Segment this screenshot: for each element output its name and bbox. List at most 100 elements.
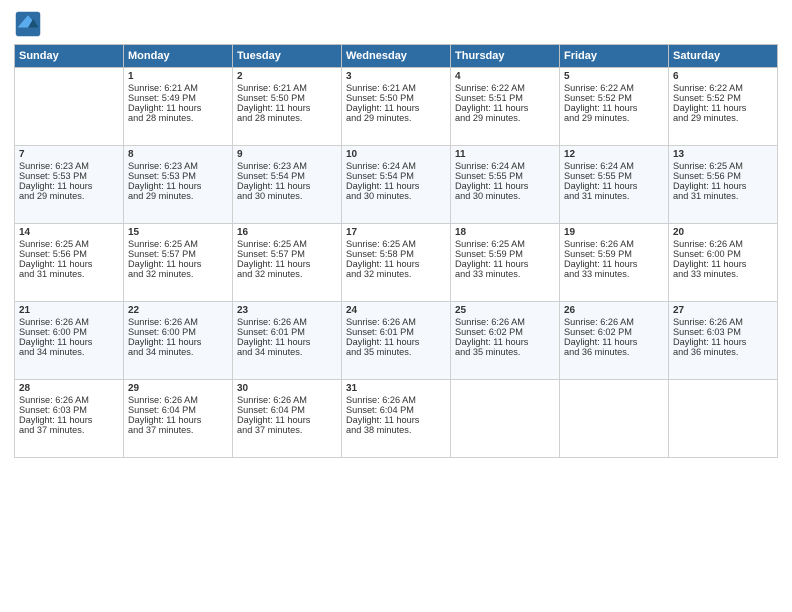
day-header-wednesday: Wednesday [342,45,451,68]
cell-info-line: Daylight: 11 hours [19,337,119,347]
cell-info-line: Sunset: 5:54 PM [237,171,337,181]
cell-info-line: Daylight: 11 hours [455,103,555,113]
cell-info-line: Sunrise: 6:25 AM [237,239,337,249]
cell-info-line: Sunset: 6:03 PM [673,327,773,337]
cell-info-line: Sunrise: 6:26 AM [128,317,228,327]
cell-info-line: and 30 minutes. [455,191,555,201]
cell-info-line: Sunset: 5:50 PM [237,93,337,103]
week-row-4: 28Sunrise: 6:26 AMSunset: 6:03 PMDayligh… [15,380,778,458]
cell-info-line: Sunrise: 6:21 AM [237,83,337,93]
cell-info-line: Sunset: 5:59 PM [455,249,555,259]
cell-info-line: Daylight: 11 hours [346,259,446,269]
calendar-cell: 9Sunrise: 6:23 AMSunset: 5:54 PMDaylight… [233,146,342,224]
cell-info-line: Sunrise: 6:25 AM [346,239,446,249]
calendar-header: SundayMondayTuesdayWednesdayThursdayFrid… [15,45,778,68]
calendar-cell: 25Sunrise: 6:26 AMSunset: 6:02 PMDayligh… [451,302,560,380]
cell-info-line: Daylight: 11 hours [564,259,664,269]
calendar-cell: 27Sunrise: 6:26 AMSunset: 6:03 PMDayligh… [669,302,778,380]
cell-info-line: Sunset: 5:57 PM [237,249,337,259]
calendar-cell: 12Sunrise: 6:24 AMSunset: 5:55 PMDayligh… [560,146,669,224]
cell-info-line: Daylight: 11 hours [564,337,664,347]
day-number: 10 [346,149,446,160]
calendar-cell: 15Sunrise: 6:25 AMSunset: 5:57 PMDayligh… [124,224,233,302]
cell-info-line: Sunset: 5:50 PM [346,93,446,103]
day-number: 8 [128,149,228,160]
cell-info-line: Daylight: 11 hours [19,259,119,269]
cell-info-line: Daylight: 11 hours [455,181,555,191]
cell-info-line: Sunrise: 6:26 AM [128,395,228,405]
calendar-cell: 5Sunrise: 6:22 AMSunset: 5:52 PMDaylight… [560,68,669,146]
cell-info-line: and 34 minutes. [128,347,228,357]
calendar-cell: 22Sunrise: 6:26 AMSunset: 6:00 PMDayligh… [124,302,233,380]
cell-info-line: and 30 minutes. [237,191,337,201]
cell-info-line: and 32 minutes. [346,269,446,279]
cell-info-line: Daylight: 11 hours [237,103,337,113]
cell-info-line: and 31 minutes. [19,269,119,279]
calendar-cell: 3Sunrise: 6:21 AMSunset: 5:50 PMDaylight… [342,68,451,146]
cell-info-line: and 29 minutes. [564,113,664,123]
cell-info-line: Sunrise: 6:26 AM [237,395,337,405]
cell-info-line: Sunset: 5:54 PM [346,171,446,181]
cell-info-line: Sunset: 6:00 PM [128,327,228,337]
day-number: 7 [19,149,119,160]
cell-info-line: and 35 minutes. [346,347,446,357]
week-row-1: 7Sunrise: 6:23 AMSunset: 5:53 PMDaylight… [15,146,778,224]
cell-info-line: Sunrise: 6:22 AM [564,83,664,93]
day-number: 30 [237,383,337,394]
day-number: 1 [128,71,228,82]
cell-info-line: Sunset: 6:01 PM [346,327,446,337]
cell-info-line: Sunset: 5:55 PM [564,171,664,181]
calendar-cell: 4Sunrise: 6:22 AMSunset: 5:51 PMDaylight… [451,68,560,146]
day-number: 12 [564,149,664,160]
cell-info-line: and 36 minutes. [673,347,773,357]
cell-info-line: and 32 minutes. [237,269,337,279]
cell-info-line: and 37 minutes. [19,425,119,435]
header [14,10,778,38]
calendar-cell: 17Sunrise: 6:25 AMSunset: 5:58 PMDayligh… [342,224,451,302]
page: SundayMondayTuesdayWednesdayThursdayFrid… [0,0,792,612]
cell-info-line: Sunset: 6:00 PM [19,327,119,337]
cell-info-line: Sunset: 5:59 PM [564,249,664,259]
day-number: 22 [128,305,228,316]
cell-info-line: Sunset: 5:56 PM [19,249,119,259]
cell-info-line: Sunrise: 6:24 AM [455,161,555,171]
logo-icon [14,10,42,38]
day-number: 23 [237,305,337,316]
cell-info-line: and 34 minutes. [19,347,119,357]
calendar-cell: 2Sunrise: 6:21 AMSunset: 5:50 PMDaylight… [233,68,342,146]
calendar-cell: 16Sunrise: 6:25 AMSunset: 5:57 PMDayligh… [233,224,342,302]
cell-info-line: Sunrise: 6:21 AM [346,83,446,93]
cell-info-line: Sunset: 5:53 PM [128,171,228,181]
day-number: 25 [455,305,555,316]
calendar-cell: 13Sunrise: 6:25 AMSunset: 5:56 PMDayligh… [669,146,778,224]
cell-info-line: and 34 minutes. [237,347,337,357]
calendar-cell [451,380,560,458]
cell-info-line: and 32 minutes. [128,269,228,279]
cell-info-line: Daylight: 11 hours [128,337,228,347]
cell-info-line: Sunset: 5:56 PM [673,171,773,181]
cell-info-line: Sunrise: 6:23 AM [237,161,337,171]
calendar-body: 1Sunrise: 6:21 AMSunset: 5:49 PMDaylight… [15,68,778,458]
day-number: 14 [19,227,119,238]
cell-info-line: Sunset: 6:00 PM [673,249,773,259]
cell-info-line: Daylight: 11 hours [673,259,773,269]
cell-info-line: and 29 minutes. [673,113,773,123]
day-number: 28 [19,383,119,394]
cell-info-line: Daylight: 11 hours [128,181,228,191]
cell-info-line: Sunrise: 6:22 AM [673,83,773,93]
day-header-saturday: Saturday [669,45,778,68]
cell-info-line: Daylight: 11 hours [673,337,773,347]
cell-info-line: Sunset: 5:52 PM [673,93,773,103]
cell-info-line: Daylight: 11 hours [128,103,228,113]
cell-info-line: Sunrise: 6:25 AM [673,161,773,171]
calendar-cell: 26Sunrise: 6:26 AMSunset: 6:02 PMDayligh… [560,302,669,380]
cell-info-line: Daylight: 11 hours [19,415,119,425]
day-header-thursday: Thursday [451,45,560,68]
cell-info-line: Sunrise: 6:24 AM [564,161,664,171]
day-number: 27 [673,305,773,316]
day-number: 19 [564,227,664,238]
cell-info-line: Daylight: 11 hours [346,181,446,191]
day-number: 20 [673,227,773,238]
header-row: SundayMondayTuesdayWednesdayThursdayFrid… [15,45,778,68]
cell-info-line: Sunset: 6:02 PM [564,327,664,337]
